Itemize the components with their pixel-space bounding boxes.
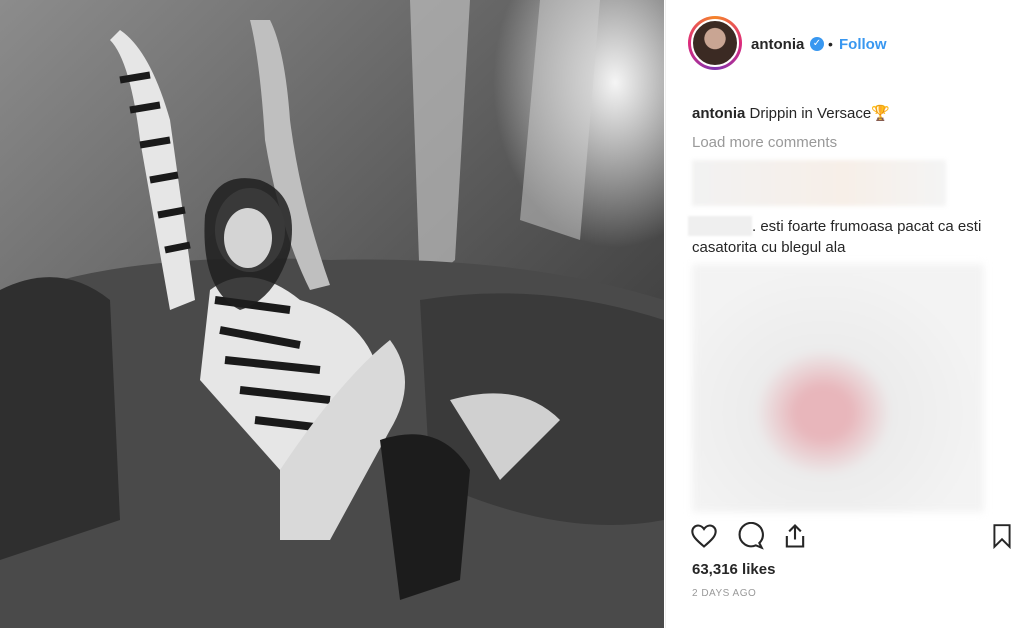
- load-more-comments-link[interactable]: Load more comments: [692, 134, 837, 151]
- follow-button[interactable]: Follow: [839, 36, 887, 53]
- post-sidebar: antonia ✓ • Follow antonia Drippin in Ve…: [665, 0, 1024, 628]
- verified-badge-icon: ✓: [810, 37, 824, 51]
- caption: antonia Drippin in Versace🏆: [692, 104, 890, 122]
- bookmark-icon[interactable]: [989, 522, 1015, 555]
- blurred-comments-block: [692, 264, 984, 512]
- post-header: antonia ✓ • Follow: [666, 0, 1024, 86]
- comment-item: . esti foarte frumoasa pacat ca esti cas…: [692, 216, 1002, 258]
- comment-text: . esti foarte frumoasa pacat ca esti cas…: [692, 218, 982, 256]
- blurred-comment: [692, 160, 946, 206]
- post-photo-image: [0, 0, 664, 628]
- trophy-icon: 🏆: [871, 105, 890, 122]
- caption-text: Drippin in Versace: [749, 105, 872, 122]
- post-photo[interactable]: [0, 0, 664, 628]
- caption-username[interactable]: antonia: [692, 105, 745, 122]
- likes-count[interactable]: 63,316 likes: [692, 561, 775, 578]
- heart-icon[interactable]: [690, 522, 718, 555]
- action-bar: [666, 518, 1024, 558]
- share-icon[interactable]: [781, 522, 809, 555]
- comment-icon[interactable]: [736, 521, 764, 555]
- username[interactable]: antonia: [751, 36, 804, 53]
- avatar[interactable]: [688, 16, 742, 70]
- separator-dot: •: [828, 36, 833, 52]
- avatar-image: [691, 19, 739, 67]
- post-timestamp[interactable]: 2 DAYS AGO: [692, 588, 756, 599]
